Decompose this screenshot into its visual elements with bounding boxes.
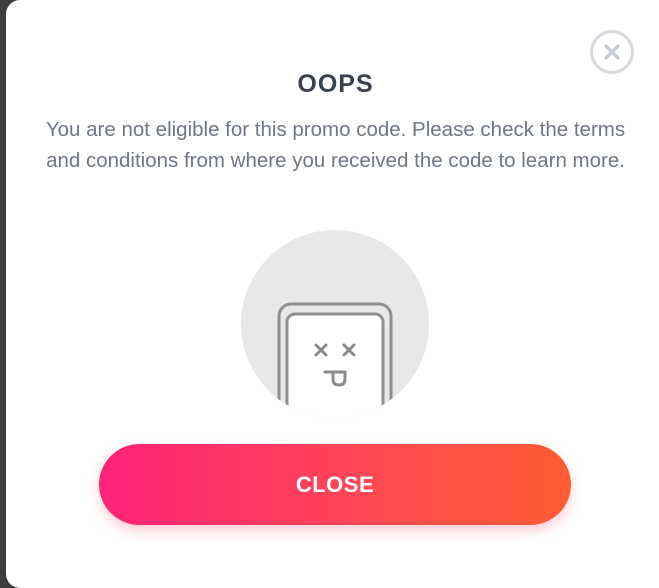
close-circle-icon bbox=[604, 44, 620, 60]
dead-device-face-icon bbox=[277, 302, 393, 418]
dialog-message: You are not eligible for this promo code… bbox=[45, 118, 626, 172]
close-button[interactable]: CLOSE bbox=[99, 444, 571, 525]
dismiss-button[interactable] bbox=[590, 30, 634, 74]
illustration bbox=[241, 230, 429, 418]
dialog-title: OOPS bbox=[297, 70, 374, 98]
